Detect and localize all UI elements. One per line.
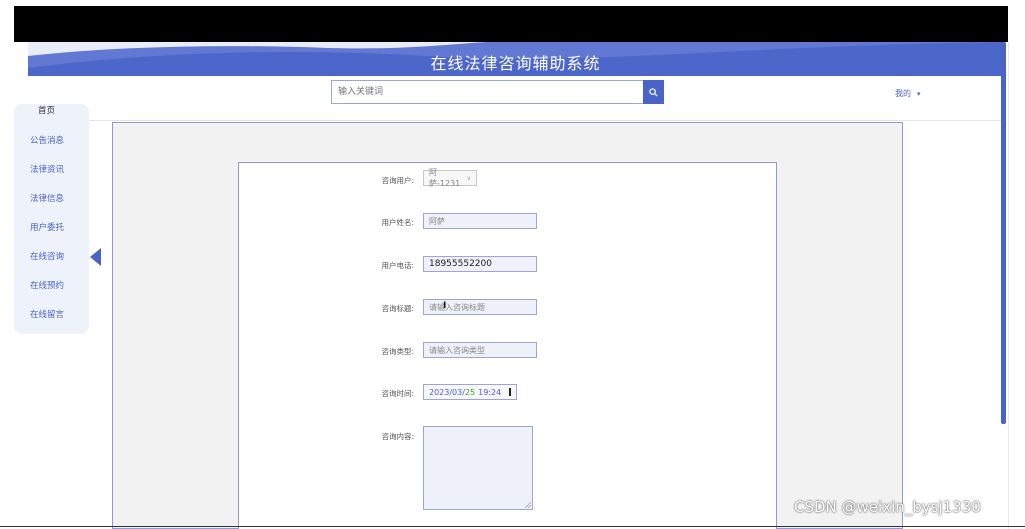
consult-title-field[interactable]: 请输入咨询标题 <box>423 299 537 315</box>
text-cursor: I <box>443 301 447 311</box>
active-item-indicator <box>90 248 101 266</box>
consult-user-select[interactable]: 阿萨-1231 ∨ <box>423 168 477 188</box>
user-name-field[interactable]: 阿萨 <box>423 213 537 229</box>
datetime-day: 25 <box>464 387 476 397</box>
scrollbar-thumb[interactable] <box>1001 42 1006 424</box>
label-user-name: 用户姓名: <box>381 218 414 227</box>
sidebar-item-user-commission[interactable]: 用户委托 <box>30 221 105 233</box>
user-name-value: 阿萨 <box>429 216 445 226</box>
resize-handle-icon[interactable] <box>525 502 531 508</box>
chevron-down-icon: ▾ <box>917 90 921 98</box>
search-input[interactable] <box>331 80 643 104</box>
sidebar-item-online-booking[interactable]: 在线预约 <box>30 279 105 291</box>
right-border-line <box>1008 42 1009 529</box>
consult-title-placeholder: 请输入咨询标题 <box>429 302 485 312</box>
site-title: 在线法律咨询辅助系统 <box>430 54 601 73</box>
label-consult-user: 咨询用户: <box>381 176 414 185</box>
header-divider <box>28 120 1003 121</box>
watermark: CSDN @weixin_bysj1330 <box>794 498 981 516</box>
sidebar-nav: 首页 公告消息 法律资讯 法律信息 用户委托 在线咨询 在线预约 在线留言 <box>14 104 89 334</box>
black-top-bar <box>14 6 1008 42</box>
consult-time-picker[interactable]: 2023/03/25 19:24 <box>423 384 517 400</box>
search-icon <box>649 87 658 97</box>
header-banner: 在线法律咨询辅助系统 <box>28 42 1003 76</box>
consult-content-textarea[interactable] <box>423 426 533 510</box>
sidebar-item-announcements[interactable]: 公告消息 <box>30 134 105 146</box>
user-phone-value: 18955552200 <box>429 259 492 269</box>
sidebar-item-legal-info[interactable]: 法律信息 <box>30 192 105 204</box>
user-menu-label: 我的 <box>895 89 911 98</box>
label-user-phone: 用户电话: <box>381 261 414 270</box>
user-menu[interactable]: 我的 ▾ <box>895 88 921 99</box>
consult-type-placeholder: 请输入咨询类型 <box>429 345 485 355</box>
consult-user-value: 阿萨-1231 <box>429 168 461 188</box>
user-phone-field[interactable]: 18955552200 <box>423 256 537 272</box>
label-consult-content: 咨询内容: <box>381 432 414 441</box>
label-consult-type: 咨询类型: <box>381 347 414 356</box>
datetime-date: 2023/03/ <box>429 387 465 397</box>
bottom-edge-line <box>0 526 1025 527</box>
consult-type-field[interactable]: 请输入咨询类型 <box>423 342 537 358</box>
label-consult-time: 咨询时间: <box>381 389 414 398</box>
label-consult-title: 咨询标题: <box>381 304 414 313</box>
chevron-down-icon: ∨ <box>466 174 471 182</box>
sidebar-item-legal-news[interactable]: 法律资讯 <box>30 163 105 175</box>
sidebar-item-home[interactable]: 首页 <box>38 104 113 116</box>
calendar-icon[interactable] <box>509 388 512 396</box>
sidebar-item-online-message[interactable]: 在线留言 <box>30 308 105 320</box>
datetime-time: 19:24 <box>478 387 502 397</box>
search-button[interactable] <box>643 80 664 104</box>
search-bar <box>331 80 664 104</box>
